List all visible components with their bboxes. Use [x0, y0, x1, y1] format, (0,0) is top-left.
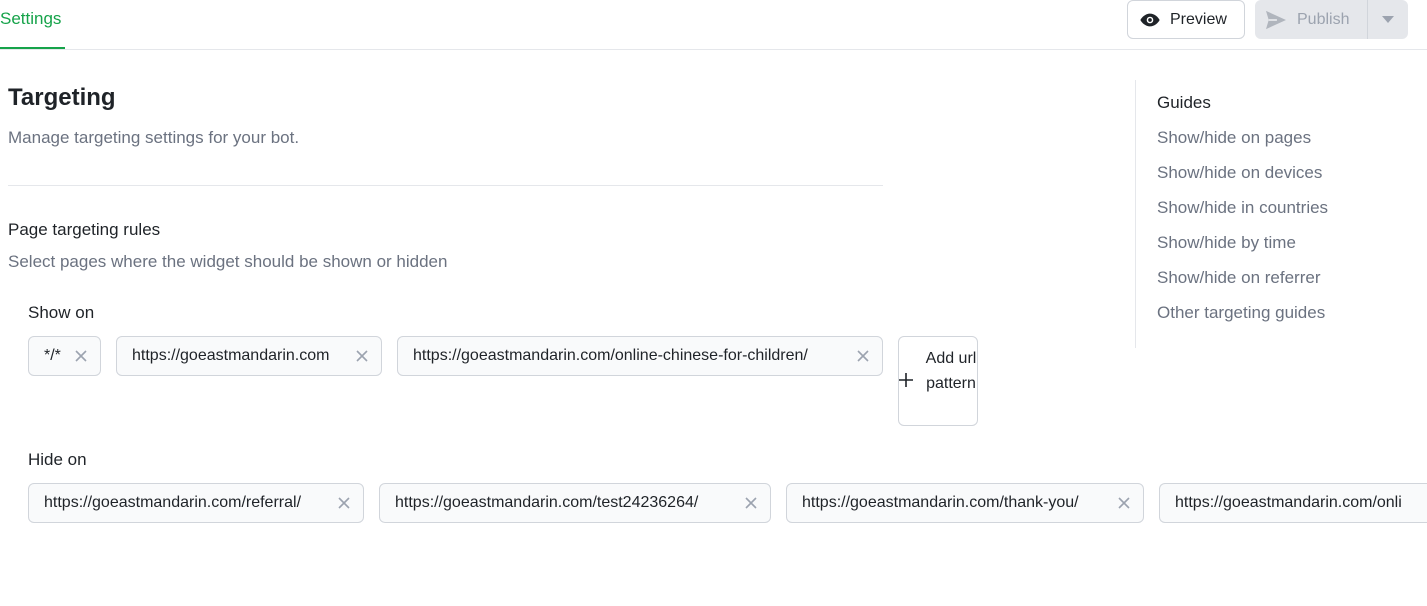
chip-label: https://goeastmandarin.com/thank-you/ — [802, 494, 1079, 511]
guide-link[interactable]: Other targeting guides — [1157, 303, 1325, 323]
url-chip: https://goeastmandarin.com/onli — [1159, 483, 1427, 523]
page-title: Targeting — [8, 84, 116, 111]
chip-label: https://goeastmandarin.com/referral/ — [44, 494, 302, 511]
guide-link[interactable]: Show/hide by time — [1157, 233, 1296, 253]
url-chip: https://goeastmandarin.com/thank-you/ — [786, 483, 1144, 523]
preview-button[interactable]: Preview — [1127, 0, 1245, 39]
hide-on-label: Hide on — [28, 450, 87, 469]
show-on-label: Show on — [28, 303, 95, 322]
tab-settings[interactable]: Settings — [0, 0, 65, 49]
publish-button[interactable]: Publish — [1255, 0, 1367, 39]
send-icon — [1266, 10, 1286, 29]
divider — [8, 185, 883, 186]
close-icon[interactable] — [335, 494, 353, 512]
top-bar: Settings Preview Publish — [0, 0, 1427, 50]
publish-button-group: Publish — [1255, 0, 1408, 39]
preview-label: Preview — [1170, 10, 1227, 28]
page-subtitle: Manage targeting settings for your bot. — [8, 128, 300, 147]
chip-label: https://goeastmandarin.com/test24236264/ — [395, 494, 699, 511]
section-title: Page targeting rules — [8, 220, 161, 239]
chip-label: */* — [44, 347, 61, 364]
guide-link[interactable]: Show/hide on referrer — [1157, 268, 1320, 288]
plus-icon — [899, 373, 913, 387]
section-subtitle: Select pages where the widget should be … — [8, 252, 448, 271]
close-icon[interactable] — [742, 494, 760, 512]
close-icon[interactable] — [1115, 494, 1133, 512]
guide-link[interactable]: Show/hide in countries — [1157, 198, 1328, 218]
caret-down-icon — [1382, 15, 1394, 23]
close-icon[interactable] — [353, 347, 371, 365]
url-chip: */* — [28, 336, 101, 376]
guide-link[interactable]: Show/hide on pages — [1157, 128, 1311, 148]
guides-title: Guides — [1157, 93, 1211, 112]
close-icon[interactable] — [72, 347, 90, 365]
add-url-pattern-label: Add url pattern — [925, 350, 977, 392]
chip-label: https://goeastmandarin.com/onli — [1175, 494, 1402, 511]
url-chip: https://goeastmandarin.com/online-chines… — [397, 336, 883, 376]
publish-menu-button[interactable] — [1368, 0, 1408, 39]
publish-label: Publish — [1297, 10, 1350, 28]
url-chip: https://goeastmandarin.com — [116, 336, 382, 376]
guides-panel: Guides Show/hide on pages Show/hide on d… — [1135, 80, 1427, 348]
close-icon[interactable] — [854, 347, 872, 365]
chip-label: https://goeastmandarin.com — [132, 347, 330, 364]
eye-icon — [1140, 13, 1160, 26]
guide-link[interactable]: Show/hide on devices — [1157, 163, 1322, 183]
url-chip: https://goeastmandarin.com/referral/ — [28, 483, 364, 523]
add-url-pattern-button[interactable]: Add url pattern — [898, 336, 978, 426]
url-chip: https://goeastmandarin.com/test24236264/ — [379, 483, 771, 523]
chip-label: https://goeastmandarin.com/online-chines… — [413, 347, 808, 364]
